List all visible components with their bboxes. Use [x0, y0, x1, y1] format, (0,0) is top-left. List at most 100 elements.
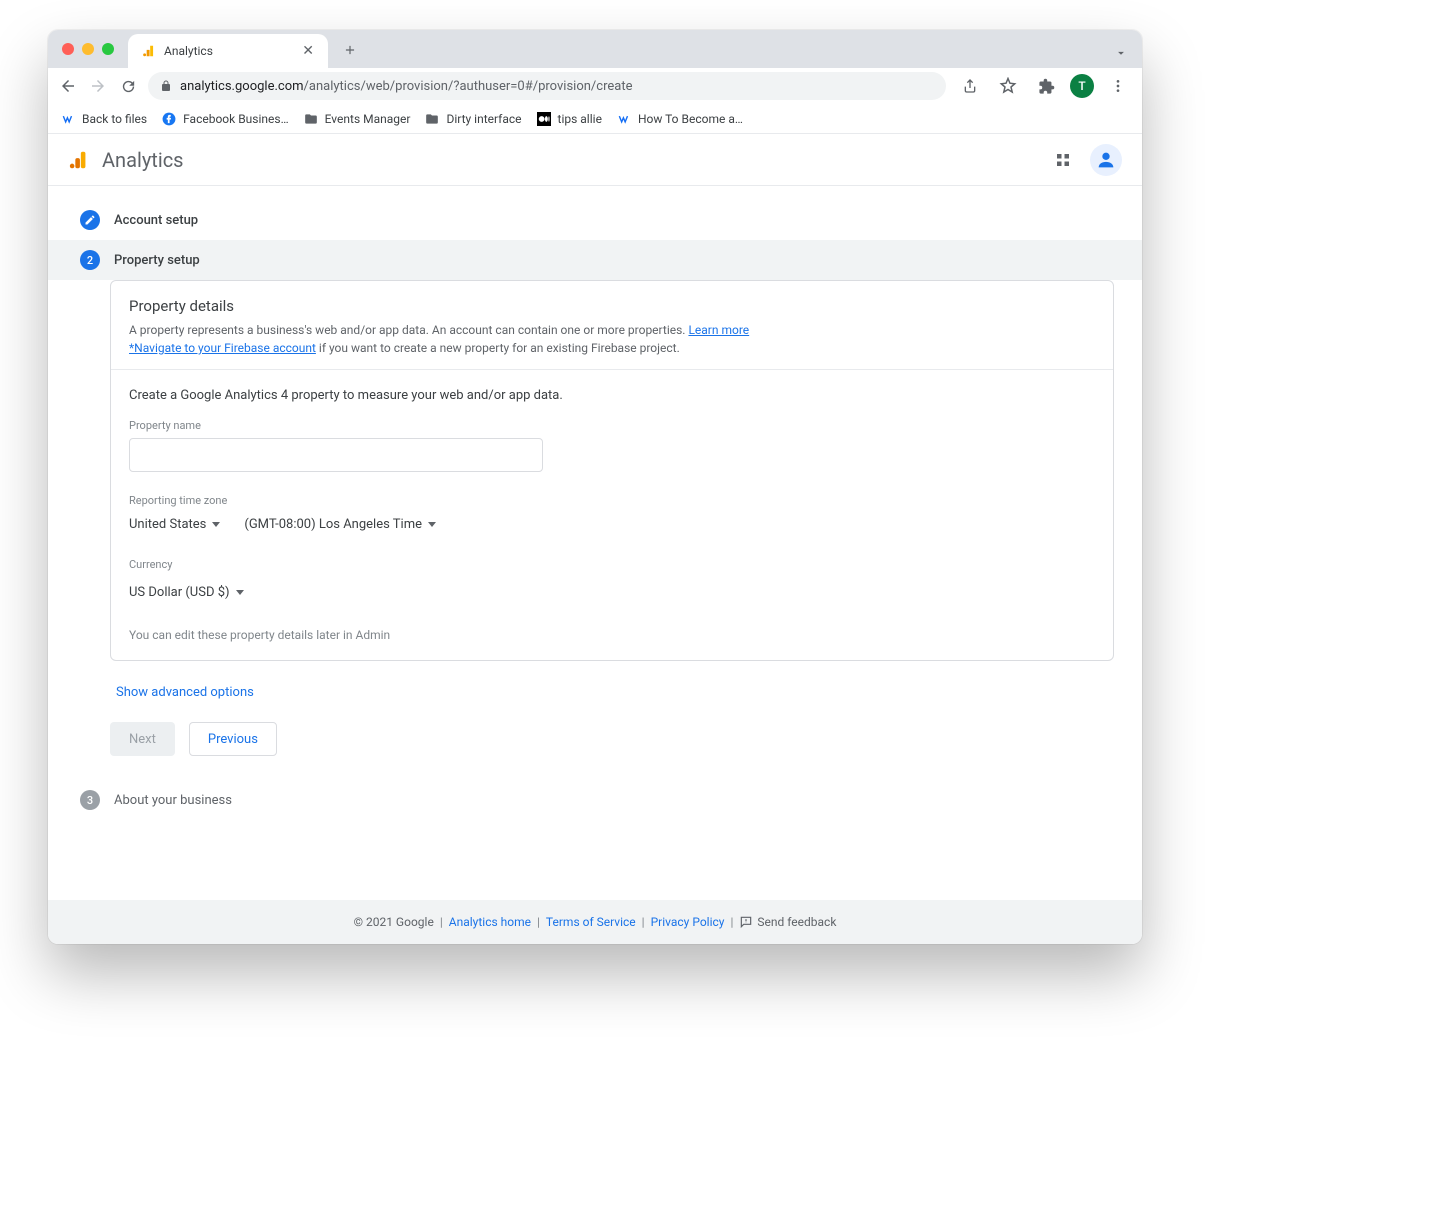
app-header: Analytics: [48, 134, 1142, 186]
step-property-setup[interactable]: 2 Property setup: [48, 240, 1142, 280]
account-avatar[interactable]: [1090, 144, 1122, 176]
extensions-button[interactable]: [1032, 72, 1060, 100]
separator: |: [440, 915, 443, 929]
chevron-down-icon: [428, 522, 436, 527]
bookmark-back-to-files[interactable]: Back to files: [60, 111, 147, 127]
card-lead: Create a Google Analytics 4 property to …: [129, 388, 1095, 403]
address-bar[interactable]: analytics.google.com/analytics/web/provi…: [148, 72, 946, 100]
step-about-business[interactable]: 3 About your business: [48, 780, 1142, 820]
address-bar-row: analytics.google.com/analytics/web/provi…: [48, 68, 1142, 104]
card-description: A property represents a business's web a…: [129, 321, 1095, 357]
url-text: analytics.google.com/analytics/web/provi…: [180, 79, 633, 94]
close-tab-icon[interactable]: ✕: [302, 43, 314, 59]
property-name-input[interactable]: [129, 438, 543, 472]
main-content: Account setup 2 Property setup Property …: [48, 186, 1142, 900]
browser-window: Analytics ✕ analytics.google.com/analyti…: [48, 30, 1142, 944]
url-path: /analytics/web/provision/?authuser=0#/pr…: [304, 79, 633, 94]
card-hint: You can edit these property details late…: [129, 628, 1095, 642]
feedback-icon: [739, 915, 753, 929]
separator: |: [730, 915, 733, 929]
privacy-link[interactable]: Privacy Policy: [651, 915, 725, 929]
step-label: Account setup: [114, 213, 198, 228]
footer: © 2021 Google | Analytics home | Terms o…: [48, 900, 1142, 944]
reload-button[interactable]: [118, 76, 138, 96]
webflow-icon: [60, 111, 76, 127]
window-controls: [62, 43, 114, 55]
step-number-badge: 3: [80, 790, 100, 810]
step-complete-icon: [80, 210, 100, 230]
new-tab-button[interactable]: [336, 36, 364, 64]
avatar-letter: T: [1078, 79, 1085, 93]
back-button[interactable]: [58, 76, 78, 96]
share-button[interactable]: [956, 72, 984, 100]
profile-avatar[interactable]: T: [1070, 74, 1094, 98]
tab-bar: Analytics ✕: [48, 30, 1142, 68]
close-window-button[interactable]: [62, 43, 74, 55]
url-host: analytics.google.com: [180, 79, 304, 94]
terms-link[interactable]: Terms of Service: [546, 915, 636, 929]
previous-label: Previous: [208, 732, 258, 747]
bookmark-how-to-become[interactable]: How To Become a…: [616, 111, 743, 127]
step-number: 3: [87, 794, 93, 807]
zoom-window-button[interactable]: [102, 43, 114, 55]
bookmark-label: How To Become a…: [638, 112, 743, 126]
facebook-icon: [161, 111, 177, 127]
folder-icon: [303, 111, 319, 127]
next-button[interactable]: Next: [110, 722, 175, 756]
currency-label: Currency: [129, 558, 1095, 571]
previous-button[interactable]: Previous: [189, 722, 277, 756]
step-account-setup[interactable]: Account setup: [48, 200, 1142, 240]
reporting-tz-label: Reporting time zone: [129, 494, 1095, 507]
step-number-badge: 2: [80, 250, 100, 270]
browser-tab[interactable]: Analytics ✕: [128, 34, 328, 68]
bookmark-star-button[interactable]: [994, 72, 1022, 100]
analytics-icon: [142, 44, 156, 58]
separator: |: [642, 915, 645, 929]
tab-list-button[interactable]: [1114, 46, 1128, 60]
apps-grid-icon[interactable]: [1054, 151, 1072, 169]
desc-text: A property represents a business's web a…: [129, 323, 688, 337]
bookmark-label: Facebook Busines…: [183, 112, 289, 126]
chevron-down-icon: [236, 590, 244, 595]
bookmark-facebook-business[interactable]: Facebook Busines…: [161, 111, 289, 127]
send-feedback-button[interactable]: Send feedback: [739, 915, 836, 929]
analytics-logo-icon: [68, 149, 90, 171]
property-name-label: Property name: [129, 419, 1095, 432]
next-label: Next: [129, 732, 156, 747]
app-title: Analytics: [102, 148, 184, 172]
bookmark-label: Back to files: [82, 112, 147, 126]
app-logo-title[interactable]: Analytics: [68, 148, 184, 172]
step-number: 2: [87, 254, 93, 267]
currency-select[interactable]: US Dollar (USD $): [129, 581, 244, 604]
firebase-link[interactable]: *Navigate to your Firebase account: [129, 341, 316, 355]
bookmark-label: Dirty interface: [446, 112, 521, 126]
bookmark-events-manager[interactable]: Events Manager: [303, 111, 411, 127]
minimize-window-button[interactable]: [82, 43, 94, 55]
card-body: Create a Google Analytics 4 property to …: [111, 369, 1113, 660]
desc-text: if you want to create a new property for…: [316, 341, 680, 355]
stepper: Account setup 2 Property setup Property …: [48, 186, 1142, 820]
copyright-text: © 2021 Google: [354, 915, 434, 929]
card-header: Property details A property represents a…: [111, 281, 1113, 369]
tz-offset-value: (GMT-08:00) Los Angeles Time: [244, 517, 422, 532]
bookmark-label: tips allie: [558, 112, 602, 126]
forward-button[interactable]: [88, 76, 108, 96]
learn-more-link[interactable]: Learn more: [688, 323, 749, 337]
analytics-home-link[interactable]: Analytics home: [449, 915, 531, 929]
bookmarks-bar: Back to files Facebook Busines… Events M…: [48, 104, 1142, 134]
chevron-down-icon: [212, 522, 220, 527]
folder-icon: [424, 111, 440, 127]
browser-menu-button[interactable]: [1104, 72, 1132, 100]
feedback-label: Send feedback: [757, 915, 836, 929]
tz-country-select[interactable]: United States: [129, 513, 220, 536]
currency-value: US Dollar (USD $): [129, 585, 230, 600]
bookmark-dirty-interface[interactable]: Dirty interface: [424, 111, 521, 127]
tz-country-value: United States: [129, 517, 206, 532]
tz-offset-select[interactable]: (GMT-08:00) Los Angeles Time: [244, 513, 436, 536]
lock-icon: [160, 80, 172, 92]
bookmark-tips-allie[interactable]: tips allie: [536, 111, 602, 127]
card-title: Property details: [129, 297, 1095, 315]
bookmark-label: Events Manager: [325, 112, 411, 126]
separator: |: [537, 915, 540, 929]
show-advanced-options-link[interactable]: Show advanced options: [116, 685, 254, 700]
